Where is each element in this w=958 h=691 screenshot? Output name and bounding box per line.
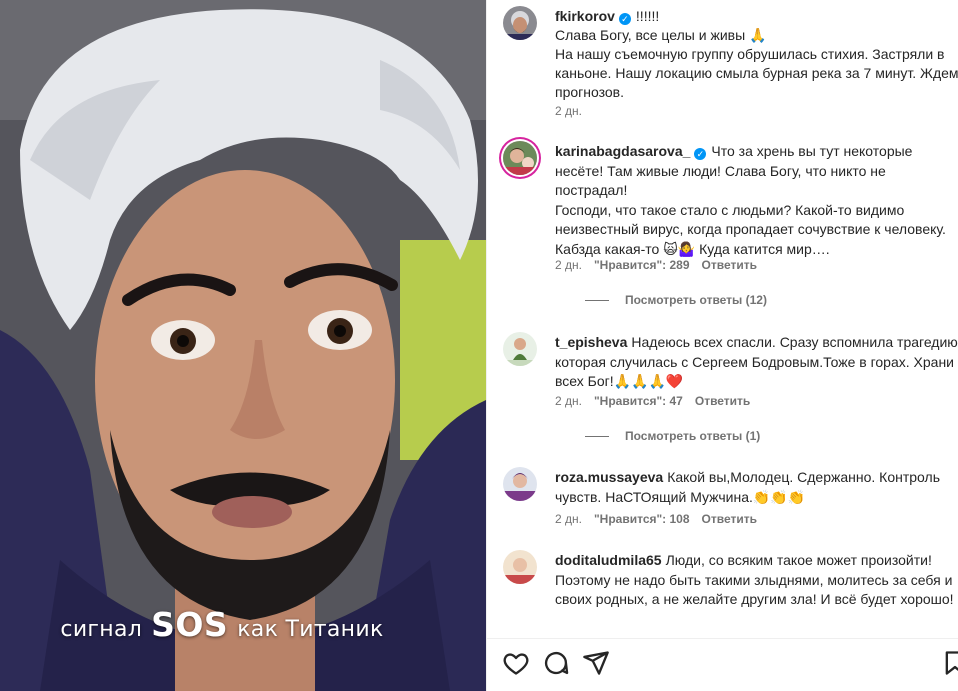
bookmark-icon <box>945 651 958 675</box>
commenter-avatar[interactable] <box>503 550 537 584</box>
replies-line <box>585 299 609 301</box>
view-replies-label: Посмотреть ответы (12) <box>625 293 767 307</box>
comment-meta: 2 дн. "Нравится": 47 Ответить <box>555 394 750 408</box>
caption-line-2: Слава Богу, все целы и живы 🙏 <box>555 27 767 43</box>
reply-button[interactable]: Ответить <box>695 394 750 408</box>
commenter-username[interactable]: roza.mussayeva <box>555 469 663 485</box>
comment-likes[interactable]: "Нравится": 47 <box>594 394 683 408</box>
comment-time[interactable]: 2 дн. <box>555 258 582 272</box>
comment-likes[interactable]: "Нравится": 289 <box>594 258 690 272</box>
caption-line-3: На нашу съемочную группу обрушилась стих… <box>555 46 958 100</box>
overlay-text-sos: SOS <box>151 605 229 644</box>
comment-meta: 2 дн. "Нравится": 108 Ответить <box>555 512 757 526</box>
comment-bubble-icon <box>544 652 569 675</box>
reply-button[interactable]: Ответить <box>702 258 757 272</box>
author-avatar[interactable] <box>503 6 537 40</box>
verified-badge-icon: ✓ <box>694 148 707 160</box>
comment-meta: 2 дн. "Нравится": 289 Ответить <box>555 258 757 272</box>
author-username[interactable]: fkirkorov <box>555 8 615 24</box>
comment-text: Что за хрень вы тут некоторые несёте! Та… <box>555 143 946 257</box>
overlay-text-after: как Титаник <box>237 617 384 642</box>
post-action-bar <box>487 638 958 691</box>
view-replies-button[interactable]: Посмотреть ответы (1) <box>585 429 760 443</box>
post-photo <box>0 0 486 691</box>
comment-time[interactable]: 2 дн. <box>555 512 582 526</box>
save-button[interactable] <box>941 649 958 677</box>
commenter-username[interactable]: doditaludmila65 <box>555 552 662 568</box>
view-replies-label: Посмотреть ответы (1) <box>625 429 761 443</box>
caption-meta: 2 дн. <box>555 104 582 118</box>
caption-time[interactable]: 2 дн. <box>555 104 582 118</box>
commenter-username[interactable]: t_episheva <box>555 334 627 350</box>
commenter-avatar[interactable] <box>503 332 537 366</box>
comments-panel: fkirkorov ✓!!!!!! Слава Богу, все целы и … <box>486 0 958 691</box>
caption-line-1: !!!!!! <box>635 8 660 24</box>
commenter-username[interactable]: karinabagdasarova_ <box>555 143 690 159</box>
comment-likes[interactable]: "Нравится": 108 <box>594 512 690 526</box>
view-replies-button[interactable]: Посмотреть ответы (12) <box>585 293 767 307</box>
comment-time[interactable]: 2 дн. <box>555 394 582 408</box>
commenter-avatar[interactable] <box>503 141 537 175</box>
reply-button[interactable]: Ответить <box>702 512 757 526</box>
share-button[interactable] <box>582 649 610 677</box>
paper-plane-icon <box>583 651 609 675</box>
like-button[interactable] <box>502 649 530 677</box>
comments-list[interactable]: fkirkorov ✓!!!!!! Слава Богу, все целы и … <box>487 0 958 638</box>
post-media[interactable]: сигнал SOS как Титаник <box>0 0 486 691</box>
verified-badge-icon: ✓ <box>618 13 631 25</box>
overlay-text-before: сигнал <box>60 617 143 642</box>
comment-button[interactable] <box>542 649 570 677</box>
commenter-avatar[interactable] <box>503 467 537 501</box>
heart-icon <box>503 653 529 675</box>
replies-line <box>585 435 609 437</box>
video-caption-overlay: сигнал SOS как Титаник <box>0 605 486 644</box>
